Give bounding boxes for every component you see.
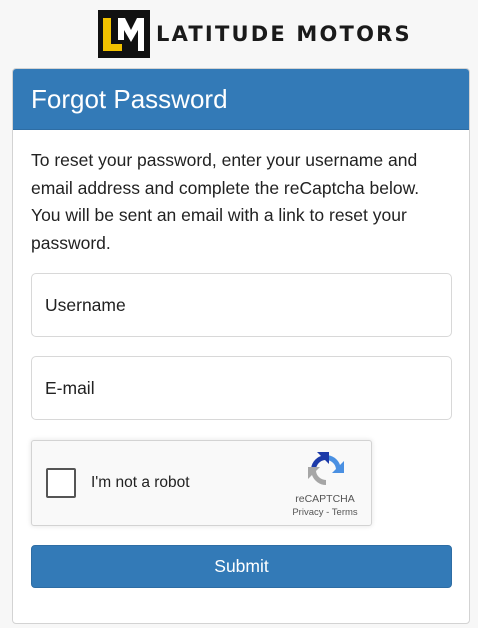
submit-button[interactable]: Submit [31, 545, 452, 588]
recaptcha-links: Privacy - Terms [285, 507, 365, 518]
recaptcha-brand: reCAPTCHA [295, 493, 355, 505]
site-header: LATITUDE MOTORS [0, 0, 478, 66]
panel-heading: Forgot Password [13, 69, 469, 130]
username-field[interactable] [31, 273, 452, 337]
page-title: Forgot Password [31, 83, 228, 114]
brand-name: LATITUDE MOTORS [156, 22, 412, 46]
recaptcha-link-separator: - [323, 507, 332, 518]
recaptcha-checkbox[interactable] [46, 468, 76, 498]
brand-logo[interactable]: LATITUDE MOTORS [98, 10, 412, 58]
email-field[interactable] [31, 356, 452, 420]
lm-monogram-icon [98, 10, 150, 58]
recaptcha-privacy-link[interactable]: Privacy [292, 507, 323, 518]
recaptcha-widget: I'm not a robot reCAPTCHA Privacy - Term… [31, 440, 372, 526]
recaptcha-terms-link[interactable]: Terms [332, 507, 358, 518]
instructions-text: To reset your password, enter your usern… [31, 150, 420, 253]
recaptcha-label: I'm not a robot [91, 474, 190, 491]
forgot-password-panel: Forgot Password To reset your password, … [12, 68, 470, 624]
recaptcha-icon [307, 451, 345, 489]
